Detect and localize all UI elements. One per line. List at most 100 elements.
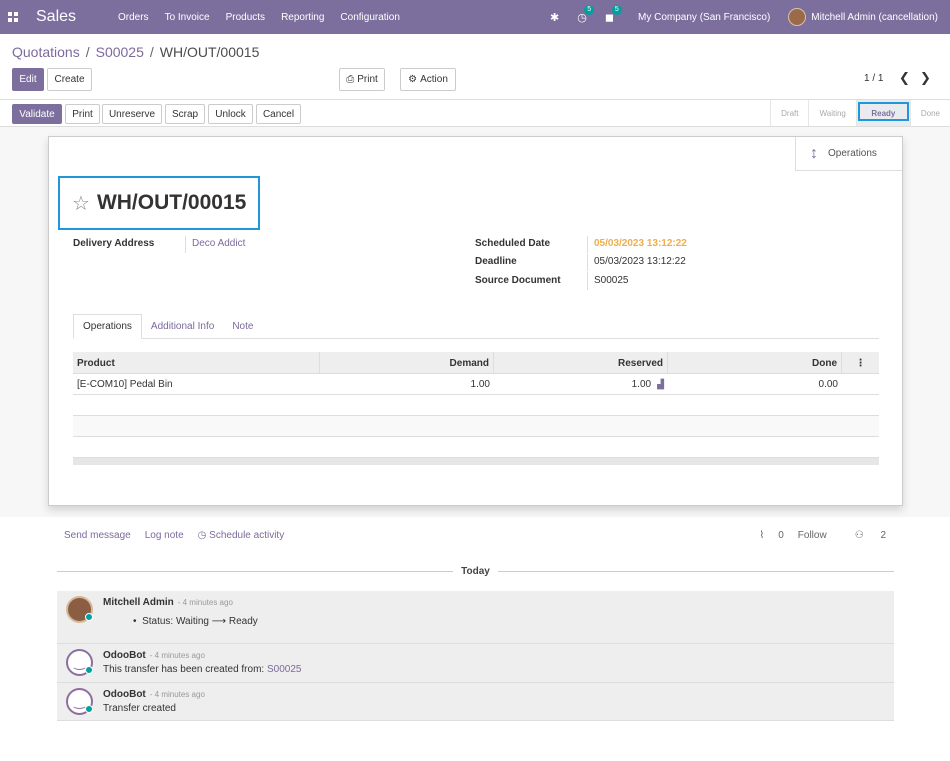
online-status-icon bbox=[85, 666, 93, 674]
messages-chat-icon[interactable]: ◼ 5 bbox=[605, 4, 622, 24]
column-options-icon[interactable]: ⋮ bbox=[842, 352, 879, 374]
scheduled-date-field[interactable]: 05/03/2023 13:12:22 bbox=[587, 236, 687, 253]
source-order-link[interactable]: S00025 bbox=[267, 664, 301, 675]
column-reserved[interactable]: Reserved bbox=[494, 352, 668, 374]
create-button[interactable]: Create bbox=[47, 68, 92, 91]
action-button-label: Action bbox=[420, 74, 448, 85]
user-name: Mitchell Admin (cancellation) bbox=[811, 11, 938, 23]
company-switcher[interactable]: My Company (San Francisco) bbox=[638, 12, 770, 23]
followers-button[interactable]: ⚇ 2 bbox=[841, 530, 886, 541]
operations-table: Product Demand Reserved Done ⋮ [E-COM10]… bbox=[73, 352, 879, 465]
cell-done: 0.00 bbox=[818, 379, 838, 390]
notebook-tabs: Operations Additional Info Note bbox=[73, 314, 879, 339]
chatter-actions: ⌇ 0 Follow ⚇ 2 bbox=[731, 530, 886, 541]
unreserve-button[interactable]: Unreserve bbox=[102, 104, 162, 124]
table-row[interactable]: [E-COM10] Pedal Bin 1.00 1.00 ▟ 0.00 bbox=[73, 374, 879, 395]
cell-product: [E-COM10] Pedal Bin bbox=[77, 379, 173, 390]
print-icon: ⎙ bbox=[346, 74, 355, 85]
message-author: OdooBot - 4 minutes ago bbox=[103, 650, 205, 661]
message-body: Transfer created bbox=[103, 703, 176, 714]
tab-note[interactable]: Note bbox=[223, 314, 262, 339]
breadcrumb: Quotations / S00025 / WH/OUT/00015 bbox=[12, 44, 259, 60]
arrows-vertical-icon: ↕ bbox=[810, 144, 818, 162]
empty-row bbox=[73, 395, 879, 416]
log-note-button[interactable]: Log note bbox=[145, 530, 184, 541]
source-document-field[interactable]: S00025 bbox=[587, 272, 628, 290]
column-done[interactable]: Done bbox=[668, 352, 842, 374]
activity-clock-icon[interactable]: ◷ 5 bbox=[577, 4, 595, 24]
record-title: WH/OUT/00015 bbox=[96, 191, 247, 214]
breadcrumb-current: WH/OUT/00015 bbox=[159, 44, 260, 60]
ready-highlight-box bbox=[858, 102, 909, 121]
tab-additional-info[interactable]: Additional Info bbox=[142, 314, 223, 339]
scrap-button[interactable]: Scrap bbox=[165, 104, 205, 124]
action-button[interactable]: ⚙ Action bbox=[400, 68, 456, 91]
attachments-button[interactable]: ⌇ 0 bbox=[745, 530, 783, 541]
apps-menu-icon[interactable] bbox=[0, 0, 28, 34]
deadline-field[interactable]: 05/03/2023 13:12:22 bbox=[587, 254, 686, 271]
unlock-button[interactable]: Unlock bbox=[208, 104, 253, 124]
statusbar-print-button[interactable]: Print bbox=[65, 104, 100, 124]
print-button[interactable]: ⎙ Print bbox=[339, 68, 385, 91]
delivery-address-field[interactable]: Deco Addict bbox=[185, 236, 245, 253]
bug-icon[interactable]: ✱ bbox=[550, 11, 559, 24]
stage-draft: Draft bbox=[770, 100, 808, 126]
breadcrumb-quotations[interactable]: Quotations bbox=[12, 44, 80, 60]
deadline-label: Deadline bbox=[475, 256, 517, 267]
stage-waiting: Waiting bbox=[808, 100, 855, 126]
cell-demand: 1.00 bbox=[470, 379, 490, 390]
chevron-left-icon[interactable]: ❮ bbox=[899, 70, 910, 86]
user-menu[interactable]: Mitchell Admin (cancellation) bbox=[788, 8, 938, 26]
cancel-button[interactable]: Cancel bbox=[256, 104, 301, 124]
validate-button[interactable]: Validate bbox=[12, 104, 62, 124]
arrow-right-icon: ⟶ bbox=[211, 616, 227, 627]
message-count-badge: 5 bbox=[611, 4, 622, 15]
message-body: This transfer has been created from: S00… bbox=[103, 664, 302, 675]
menu-item-products[interactable]: Products bbox=[226, 12, 265, 23]
app-brand[interactable]: Sales bbox=[36, 8, 118, 26]
table-footer bbox=[73, 458, 879, 465]
message-time: - 4 minutes ago bbox=[177, 598, 233, 607]
breadcrumb-s00025[interactable]: S00025 bbox=[96, 44, 144, 60]
online-status-icon bbox=[85, 613, 93, 621]
chatter-message: Mitchell Admin - 4 minutes ago • Status: … bbox=[57, 591, 894, 644]
schedule-activity-button[interactable]: ◷ Schedule activity bbox=[198, 530, 285, 541]
menu-item-to-invoice[interactable]: To Invoice bbox=[165, 12, 210, 23]
form-sheet: ↕ Operations ☆ WH/OUT/00015 Delivery Add… bbox=[48, 136, 903, 506]
user-avatar bbox=[788, 8, 807, 26]
empty-row bbox=[73, 416, 879, 437]
chatter-topbar: Send message Log note ◷ Schedule activit… bbox=[64, 530, 298, 541]
activity-count-badge: 5 bbox=[584, 4, 595, 15]
chevron-right-icon[interactable]: ❯ bbox=[920, 70, 931, 86]
table-header-row: Product Demand Reserved Done ⋮ bbox=[73, 352, 879, 374]
statusbar-header: Validate Print Unreserve Scrap Unlock Ca… bbox=[0, 99, 950, 127]
record-title-box: ☆ WH/OUT/00015 bbox=[58, 176, 260, 230]
breadcrumb-separator: / bbox=[149, 44, 154, 60]
tracking-value: • Status: Waiting ⟶ Ready bbox=[133, 616, 258, 627]
message-author: Mitchell Admin - 4 minutes ago bbox=[103, 597, 233, 608]
column-product[interactable]: Product bbox=[73, 352, 320, 374]
menu-item-configuration[interactable]: Configuration bbox=[340, 12, 399, 23]
operations-smart-button[interactable]: ↕ Operations bbox=[795, 137, 902, 171]
delivery-address-label: Delivery Address bbox=[73, 238, 155, 249]
menu-item-orders[interactable]: Orders bbox=[118, 12, 149, 23]
stage-done: Done bbox=[909, 100, 950, 126]
follow-button[interactable]: Follow bbox=[798, 530, 827, 541]
online-status-icon bbox=[85, 705, 93, 713]
navbar-systray: ✱ ◷ 5 ◼ 5 My Company (San Francisco) Mitch… bbox=[532, 4, 950, 26]
column-demand[interactable]: Demand bbox=[320, 352, 494, 374]
cell-reserved-value: 1.00 bbox=[631, 379, 652, 390]
main-menu: Orders To Invoice Products Reporting Con… bbox=[118, 12, 416, 23]
message-time: - 4 minutes ago bbox=[149, 651, 205, 660]
edit-button[interactable]: Edit bbox=[12, 68, 44, 91]
star-icon[interactable]: ☆ bbox=[72, 191, 90, 216]
print-button-label: Print bbox=[357, 74, 378, 85]
pager-value[interactable]: 1 / 1 bbox=[864, 73, 883, 84]
area-chart-icon[interactable]: ▟ bbox=[657, 379, 664, 390]
clock-icon: ◷ bbox=[197, 530, 210, 541]
breadcrumb-separator: / bbox=[85, 44, 90, 60]
tab-operations[interactable]: Operations bbox=[73, 314, 142, 339]
menu-item-reporting[interactable]: Reporting bbox=[281, 12, 324, 23]
date-separator: Today bbox=[57, 565, 894, 577]
send-message-button[interactable]: Send message bbox=[64, 530, 131, 541]
